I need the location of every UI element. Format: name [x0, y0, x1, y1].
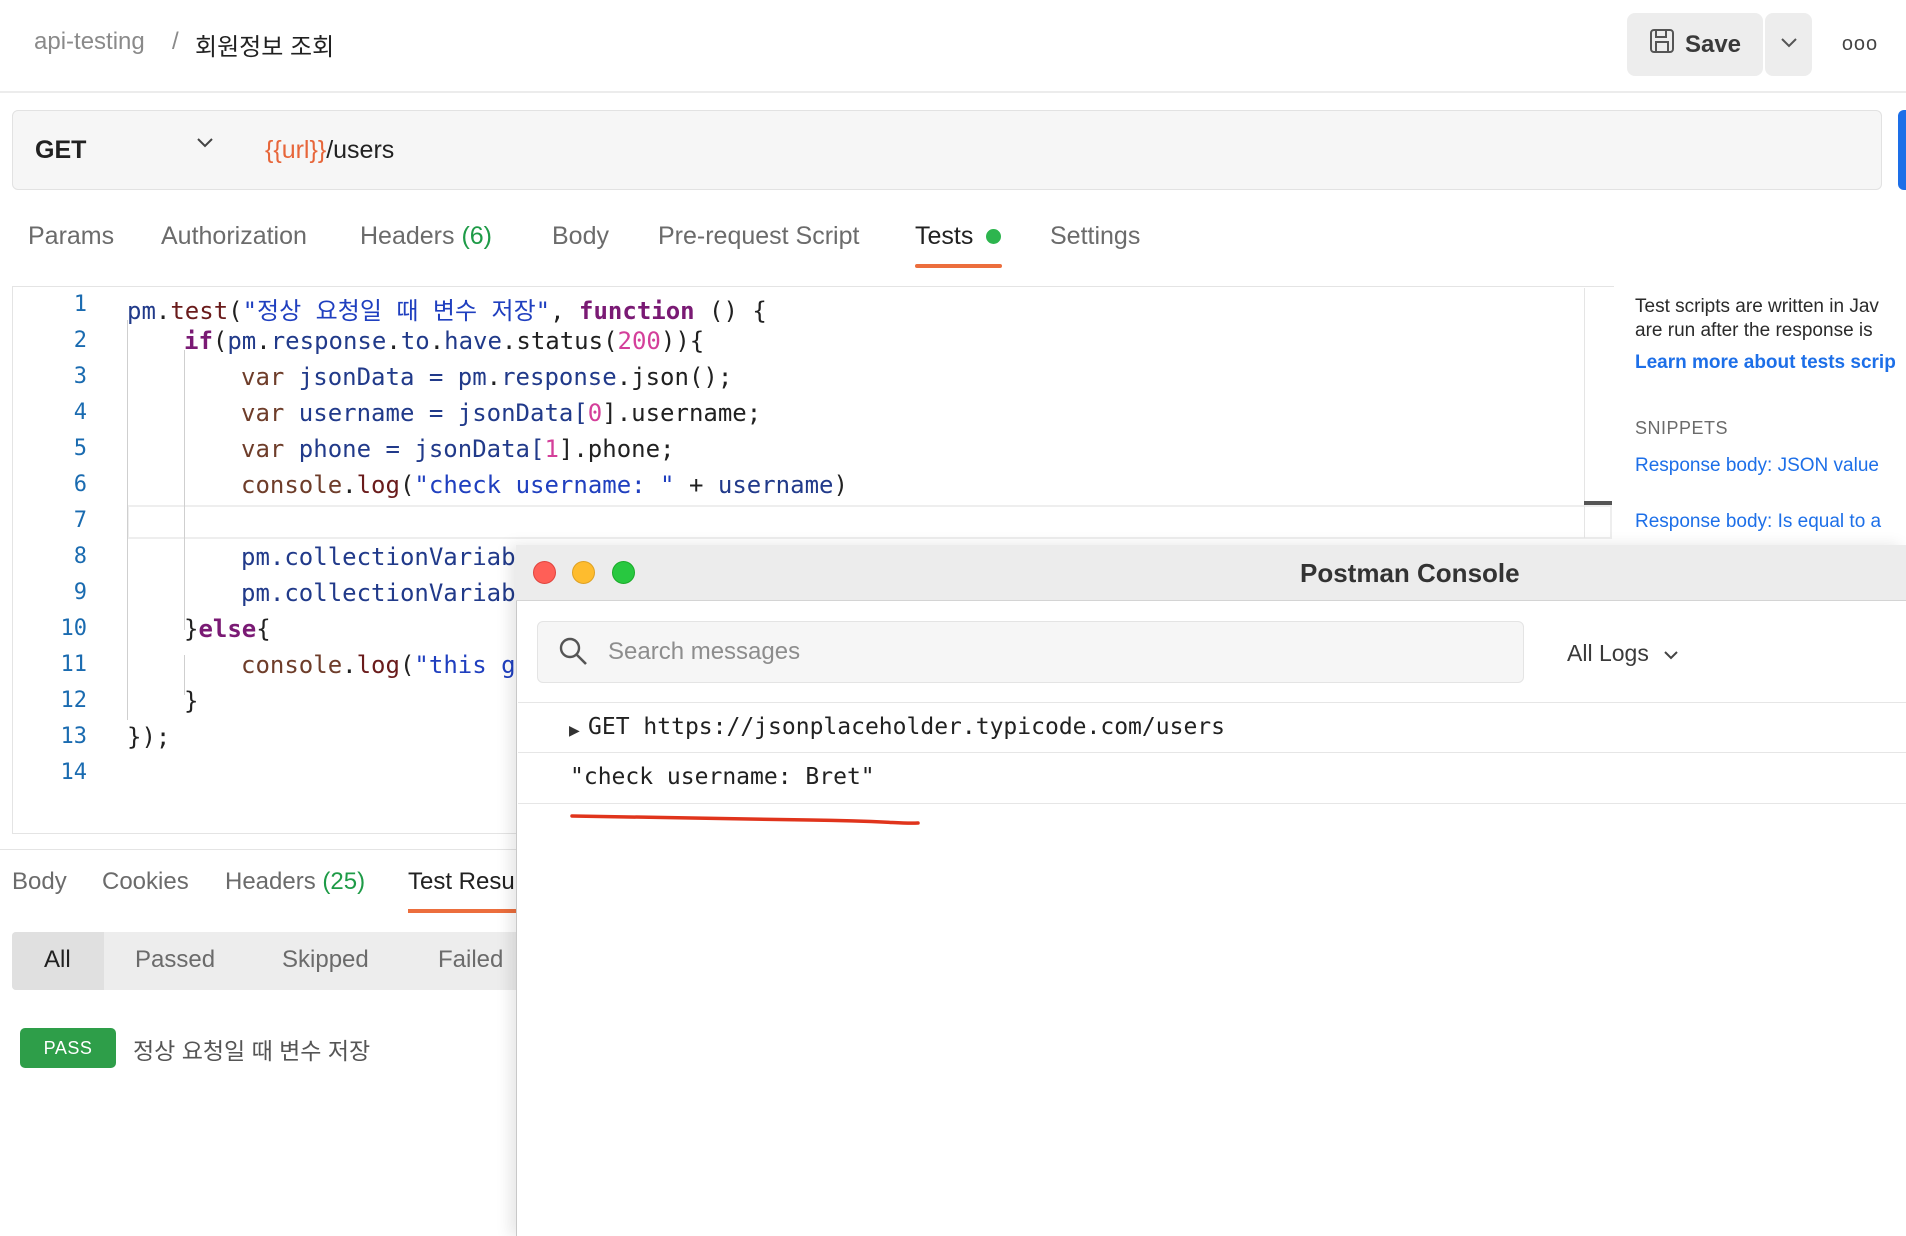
- filter-skipped[interactable]: Skipped: [282, 946, 369, 974]
- snippet-link[interactable]: Response body: JSON value: [1635, 455, 1879, 477]
- url-input[interactable]: {{url}}/users: [243, 110, 1882, 190]
- line-number: 8: [73, 544, 87, 569]
- tab-headers-count: (6): [461, 222, 493, 250]
- minimize-window-button[interactable]: [572, 561, 595, 584]
- more-options-button[interactable]: ooo: [1838, 26, 1882, 62]
- console-search-input[interactable]: Search messages: [537, 621, 1524, 683]
- response-tab-cookies[interactable]: Cookies: [102, 868, 189, 896]
- code-line-12: }: [184, 687, 199, 715]
- console-entry-log-text: "check username: Bret": [570, 764, 875, 790]
- console-title: Postman Console: [1300, 558, 1520, 588]
- chevron-down-icon: [1663, 640, 1679, 667]
- log-level-label: All Logs: [1567, 640, 1649, 666]
- tab-settings[interactable]: Settings: [1050, 222, 1140, 251]
- line-number: 3: [73, 364, 87, 389]
- active-tab-indicator: [915, 264, 1002, 268]
- save-icon: [1649, 28, 1675, 61]
- response-tab-headers-label: Headers: [225, 868, 316, 895]
- save-button[interactable]: Save: [1627, 13, 1763, 76]
- line-number: 4: [73, 400, 87, 425]
- code-line-9: pm.collectionVariab: [241, 579, 516, 607]
- console-titlebar[interactable]: [516, 545, 1906, 601]
- indent-guide: [127, 320, 128, 720]
- chevron-down-icon: [196, 136, 214, 154]
- tests-status-dot: [986, 229, 1001, 244]
- active-response-tab-indicator: [408, 909, 520, 913]
- code-line-13: });: [127, 723, 171, 751]
- search-icon: [558, 636, 588, 671]
- line-number: 2: [73, 328, 87, 353]
- response-tab-test-results[interactable]: Test Resu: [408, 868, 515, 896]
- code-line-4: var username = jsonData[0].username;: [241, 399, 762, 427]
- code-line-1: pm.test("정상 요청일 때 변수 저장", function () {: [127, 297, 767, 325]
- line-number: 12: [60, 688, 88, 713]
- line-number: 13: [60, 724, 88, 749]
- response-tab-headers-count: (25): [322, 868, 366, 895]
- line-number: 10: [60, 616, 88, 641]
- expand-caret-icon[interactable]: ▶: [569, 722, 580, 739]
- code-line-6: console.log("check username: " + usernam…: [241, 471, 848, 499]
- line-number: 7: [73, 508, 87, 533]
- annotation-underline: [570, 814, 920, 825]
- code-line-2: if(pm.response.to.have.status(200)){: [184, 327, 705, 355]
- code-line-3: var jsonData = pm.response.json();: [241, 363, 733, 391]
- response-tab-headers[interactable]: Headers (25): [225, 868, 365, 896]
- maximize-window-button[interactable]: [612, 561, 635, 584]
- log-level-dropdown[interactable]: All Logs: [1567, 640, 1679, 667]
- line-number: 11: [60, 652, 88, 677]
- help-description-line-2: are run after the response is: [1635, 320, 1873, 341]
- snippet-link[interactable]: Response body: Is equal to a: [1635, 511, 1881, 533]
- code-line-10: }else{: [184, 615, 271, 643]
- filter-passed[interactable]: Passed: [135, 946, 215, 974]
- search-placeholder: Search messages: [608, 638, 801, 665]
- indent-guide: [184, 350, 185, 630]
- editor-scroll-marker: [1584, 501, 1612, 505]
- tab-body[interactable]: Body: [552, 222, 609, 251]
- current-line-highlight: [127, 505, 1612, 539]
- learn-more-link[interactable]: Learn more about tests scrip: [1635, 352, 1896, 374]
- code-line-5: var phone = jsonData[1].phone;: [241, 435, 675, 463]
- tab-params[interactable]: Params: [28, 222, 114, 251]
- response-divider: [0, 849, 520, 850]
- tab-tests[interactable]: Tests: [915, 222, 973, 251]
- line-number: 6: [73, 472, 87, 497]
- send-button[interactable]: [1898, 110, 1906, 190]
- tab-authorization[interactable]: Authorization: [161, 222, 307, 251]
- breadcrumb-separator: /: [172, 28, 179, 55]
- chevron-down-icon: [1780, 36, 1798, 54]
- method-label: GET: [35, 135, 87, 164]
- code-line-8: pm.collectionVariab: [241, 543, 516, 571]
- url-variable: {{url}}: [265, 135, 327, 164]
- status-badge: PASS: [20, 1028, 116, 1068]
- line-number: 14: [60, 760, 88, 785]
- url-path: /users: [326, 135, 395, 164]
- snippets-heading: SNIPPETS: [1635, 418, 1729, 438]
- close-window-button[interactable]: [533, 561, 556, 584]
- filter-failed[interactable]: Failed: [438, 946, 503, 974]
- code-line-11: console.log("this g: [241, 651, 516, 679]
- tab-headers[interactable]: Headers (6): [360, 222, 492, 251]
- line-number: 9: [73, 580, 87, 605]
- filter-all[interactable]: All: [44, 946, 71, 974]
- save-label: Save: [1684, 30, 1742, 58]
- tab-headers-label: Headers: [360, 222, 455, 250]
- line-number: 1: [73, 292, 87, 317]
- tab-pre-request-script[interactable]: Pre-request Script: [658, 222, 859, 251]
- more-icon: ooo: [1841, 32, 1879, 55]
- request-title[interactable]: 회원정보 조회: [195, 27, 334, 62]
- save-options-button[interactable]: [1765, 13, 1812, 76]
- response-tab-body[interactable]: Body: [12, 868, 67, 896]
- breadcrumb-collection[interactable]: api-testing: [34, 28, 145, 56]
- test-result-name: 정상 요청일 때 변수 저장: [133, 1038, 371, 1064]
- console-entry-request-text: GET https://jsonplaceholder.typicode.com…: [588, 714, 1225, 740]
- line-number: 5: [73, 436, 87, 461]
- help-description-line-1: Test scripts are written in Jav: [1635, 296, 1879, 317]
